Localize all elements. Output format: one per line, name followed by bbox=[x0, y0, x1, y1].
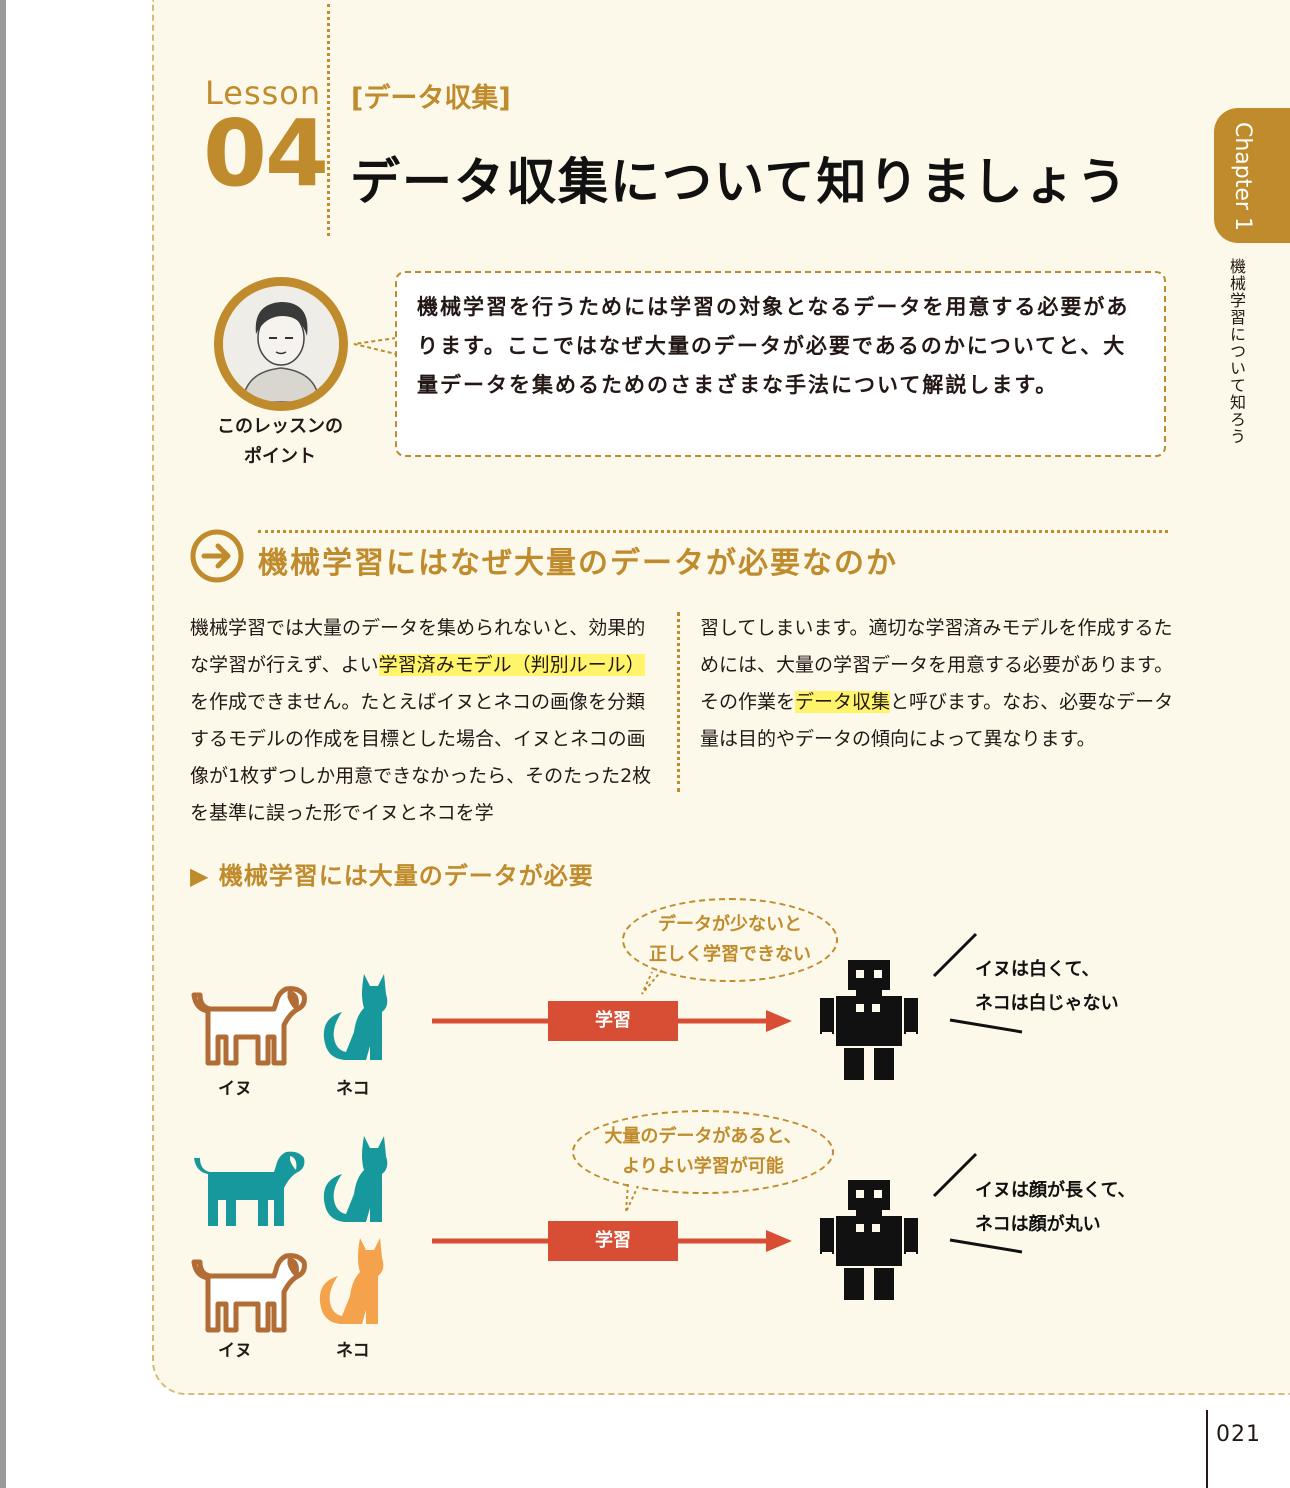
chapter-label: Chapter 1 bbox=[1230, 122, 1255, 231]
section-rule bbox=[258, 530, 1168, 533]
lesson-point-label: このレッスンの ポイント bbox=[190, 412, 370, 472]
bubble-tail-row2 bbox=[625, 1183, 639, 1213]
page-title: データ収集について知りましょう bbox=[350, 153, 1129, 211]
thought-bubble-row2: 大量のデータがあると、 よりよい学習が可能 bbox=[572, 1110, 834, 1194]
dog-label-row2: イヌ bbox=[218, 1341, 252, 1361]
speech-pointer bbox=[353, 337, 397, 355]
learn-label-row1: 学習 bbox=[548, 1001, 678, 1041]
header-divider bbox=[327, 4, 330, 236]
bubble-row1-line2: 正しく学習できない bbox=[649, 944, 811, 965]
cat-label-row1: ネコ bbox=[336, 1079, 370, 1099]
bubble-row1-line1: データが少ないと bbox=[658, 914, 802, 935]
section-heading: 機械学習にはなぜ大量のデータが必要なのか bbox=[258, 546, 898, 581]
cat-orange-icon bbox=[319, 1238, 384, 1324]
cat-silhouette-icon bbox=[323, 974, 388, 1060]
learn-label-row2: 学習 bbox=[548, 1221, 678, 1261]
dog-label-row1: イヌ bbox=[218, 1079, 252, 1099]
result-row1-line1: イヌは白くて、 bbox=[975, 959, 1100, 980]
body-left-column: 機械学習では大量のデータを集められないと、効果的な学習が行えず、よい学習済みモデ… bbox=[190, 610, 662, 832]
robot-icon-row1 bbox=[820, 960, 918, 1080]
body-left-text-2: を作成できません。たとえばイヌとネコの画像を分類するモデルの作成を目標とした場合… bbox=[190, 691, 652, 824]
lesson-number: 04 bbox=[203, 100, 329, 207]
dog-outline-icon-row2 bbox=[191, 1253, 307, 1333]
bubble-row2-line2: よりよい学習が可能 bbox=[622, 1156, 784, 1177]
result-row1-line2: ネコは白じゃない bbox=[975, 993, 1119, 1014]
page-edge-rule bbox=[0, 0, 6, 1488]
result-text-row2: イヌは顔が長くて、 ネコは顔が丸い bbox=[975, 1174, 1136, 1242]
bubble-tail-row1 bbox=[641, 969, 663, 995]
chapter-side-title: 機械学習について知ろう bbox=[1227, 258, 1246, 445]
arrow-circle-icon bbox=[190, 529, 244, 583]
robot-icon-row2 bbox=[820, 1180, 918, 1300]
lesson-point-label-line2: ポイント bbox=[244, 446, 316, 467]
bubble-row2-line1: 大量のデータがあると、 bbox=[604, 1126, 802, 1147]
page-number: 021 bbox=[1216, 1422, 1261, 1447]
body-right-column: 習してしまいます。適切な学習済みモデルを作成するためには、大量の学習データを用意… bbox=[700, 610, 1180, 758]
dog-outline-icon bbox=[191, 986, 307, 1066]
intro-text: 機械学習を行うためには学習の対象となるデータを用意する必要があります。ここではな… bbox=[417, 295, 1130, 397]
column-divider bbox=[677, 612, 680, 792]
result-row2-line1: イヌは顔が長くて、 bbox=[975, 1180, 1136, 1201]
lesson-point-label-line1: このレッスンの bbox=[217, 416, 343, 437]
dog-teal-icon bbox=[194, 1151, 305, 1226]
result-row2-line2: ネコは顔が丸い bbox=[975, 1214, 1101, 1235]
result-text-row1: イヌは白くて、 ネコは白じゃない bbox=[975, 953, 1119, 1021]
cat-label-row2: ネコ bbox=[336, 1341, 370, 1361]
lesson-category: [データ収集] bbox=[351, 83, 511, 114]
figure-heading: ▶ 機械学習には大量のデータが必要 bbox=[190, 862, 594, 890]
author-avatar bbox=[214, 277, 348, 411]
page-number-rule bbox=[1206, 1410, 1208, 1488]
cat-teal-icon bbox=[323, 1136, 388, 1222]
highlight-trained-model: 学習済みモデル（判別ルール） bbox=[378, 654, 645, 676]
highlight-data-collection: データ収集 bbox=[795, 691, 891, 713]
